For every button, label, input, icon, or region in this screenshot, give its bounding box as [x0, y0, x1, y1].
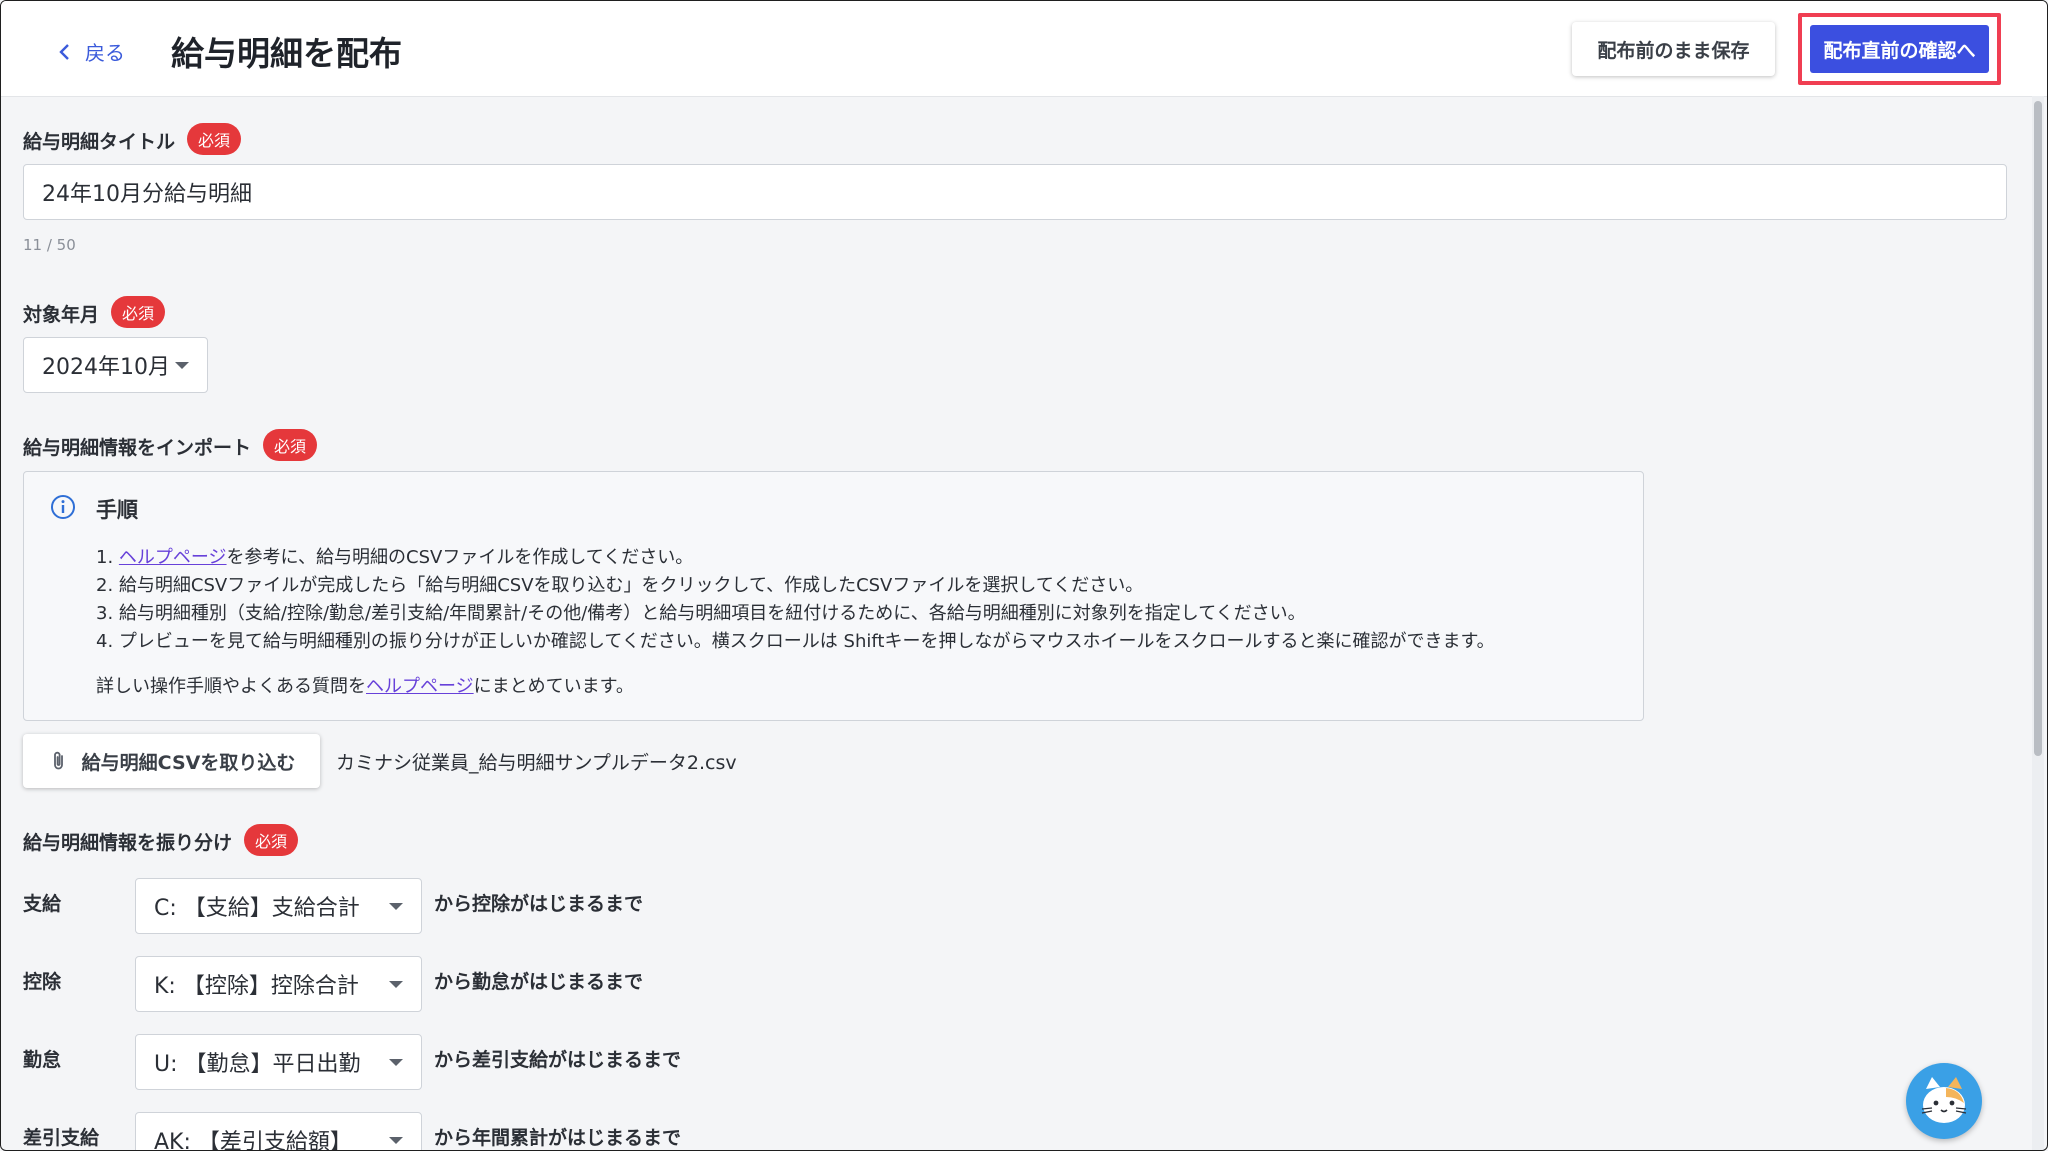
mapping-suffix-net-pay: から年間累計がはじまるまで: [434, 1127, 682, 1149]
mapping-suffix-attendance: から差引支給がはじまるまで: [434, 1049, 682, 1071]
caret-down-icon: [389, 1059, 403, 1066]
required-badge: 必須: [244, 824, 299, 856]
mapping-select-deduction[interactable]: K: 【控除】控除合計: [135, 956, 422, 1012]
mapping-label: 給与明細情報を振り分け 必須: [23, 824, 299, 856]
target-month-label-text: 対象年月: [23, 304, 100, 326]
mapping-suffix-payment: から控除がはじまるまで: [434, 893, 644, 915]
title-input-value: 24年10月分給与明細: [42, 182, 252, 207]
step-1-text: を参考に、給与明細のCSVファイルを作成してください。: [226, 547, 694, 568]
mapping-select-net-pay[interactable]: AK: 【差引支給額】: [135, 1112, 422, 1151]
step-3: 3. 給与明細種別（支給/控除/勤怠/差引支給/年間累計/その他/備考）と給与明…: [96, 603, 1306, 624]
import-csv-button[interactable]: 給与明細CSVを取り込む: [23, 734, 320, 788]
caret-down-icon: [389, 981, 403, 988]
page-header: 戻る 給与明細を配布 配布前のまま保存 配布直前の確認へ: [1, 1, 2047, 97]
imported-filename: カミナシ従業員_給与明細サンプルデータ2.csv: [336, 752, 737, 774]
help-page-link-2[interactable]: ヘルプページ: [366, 676, 474, 697]
instructions-steps: 1. ヘルプページを参考に、給与明細のCSVファイルを作成してください。 2. …: [96, 544, 1495, 656]
step-4: 4. プレビューを見て給与明細種別の振り分けが正しいか確認してください。横スクロ…: [96, 631, 1495, 652]
confirm-button-highlight: 配布直前の確認へ: [1798, 13, 2001, 85]
support-chat-button[interactable]: [1906, 1063, 1982, 1139]
required-badge: 必須: [263, 429, 318, 461]
help-detail-text: 詳しい操作手順やよくある質問をヘルプページにまとめています。: [96, 672, 634, 698]
cat-mascot-icon: [1921, 1077, 1967, 1123]
mapping-value-payment: C: 【支給】支給合計: [154, 896, 360, 921]
mapping-row-label-deduction: 控除: [23, 971, 62, 993]
chevron-left-icon: [59, 43, 69, 60]
caret-down-icon: [389, 1137, 403, 1144]
mapping-row-label-attendance: 勤怠: [23, 1049, 62, 1071]
app-window: 戻る 給与明細を配布 配布前のまま保存 配布直前の確認へ 給与明細タイトル 必須 …: [0, 0, 2048, 1151]
confirm-button[interactable]: 配布直前の確認へ: [1810, 25, 1989, 73]
instructions-box: 手順 1. ヘルプページを参考に、給与明細のCSVファイルを作成してください。 …: [23, 471, 1644, 721]
back-label: 戻る: [85, 41, 125, 65]
mapping-value-deduction: K: 【控除】控除合計: [154, 974, 359, 999]
character-counter: 11 / 50: [23, 236, 76, 254]
target-month-label: 対象年月 必須: [23, 296, 166, 328]
caret-down-icon: [175, 362, 189, 369]
step-1: 1. ヘルプページを参考に、給与明細のCSVファイルを作成してください。: [96, 547, 694, 568]
mapping-row-label-payment: 支給: [23, 893, 62, 915]
step-2: 2. 給与明細CSVファイルが完成したら「給与明細CSVを取り込む」をクリックし…: [96, 575, 1144, 596]
detail-suffix: にまとめています。: [473, 676, 634, 697]
detail-prefix: 詳しい操作手順やよくある質問を: [96, 676, 366, 697]
mapping-value-net-pay: AK: 【差引支給額】: [154, 1130, 352, 1151]
page-title: 給与明細を配布: [171, 34, 402, 73]
info-icon: [51, 495, 75, 519]
caret-down-icon: [389, 903, 403, 910]
target-month-value: 2024年10月: [42, 355, 170, 380]
paperclip-icon: [53, 751, 63, 770]
back-link[interactable]: 戻る: [55, 37, 125, 66]
mapping-select-payment[interactable]: C: 【支給】支給合計: [135, 878, 422, 934]
mapping-select-attendance[interactable]: U: 【勤怠】平日出勤: [135, 1034, 422, 1090]
title-field-label-text: 給与明細タイトル: [23, 131, 176, 153]
title-field-label: 給与明細タイトル 必須: [23, 123, 242, 155]
mapping-value-attendance: U: 【勤怠】平日出勤: [154, 1052, 361, 1077]
import-label-text: 給与明細情報をインポート: [23, 437, 252, 459]
save-draft-button[interactable]: 配布前のまま保存: [1572, 22, 1775, 76]
mapping-row-label-net-pay: 差引支給: [23, 1127, 100, 1149]
import-label: 給与明細情報をインポート 必須: [23, 429, 318, 461]
import-csv-label: 給与明細CSVを取り込む: [81, 751, 296, 774]
mapping-label-text: 給与明細情報を振り分け: [23, 832, 233, 854]
scrollbar-thumb[interactable]: [2034, 101, 2042, 756]
mapping-suffix-deduction: から勤怠がはじまるまで: [434, 971, 644, 993]
required-badge: 必須: [187, 123, 242, 155]
title-input[interactable]: 24年10月分給与明細: [23, 164, 2007, 220]
required-badge: 必須: [111, 296, 166, 328]
help-page-link[interactable]: ヘルプページ: [119, 547, 227, 568]
instructions-title: 手順: [96, 498, 138, 522]
target-month-select[interactable]: 2024年10月: [23, 337, 208, 393]
